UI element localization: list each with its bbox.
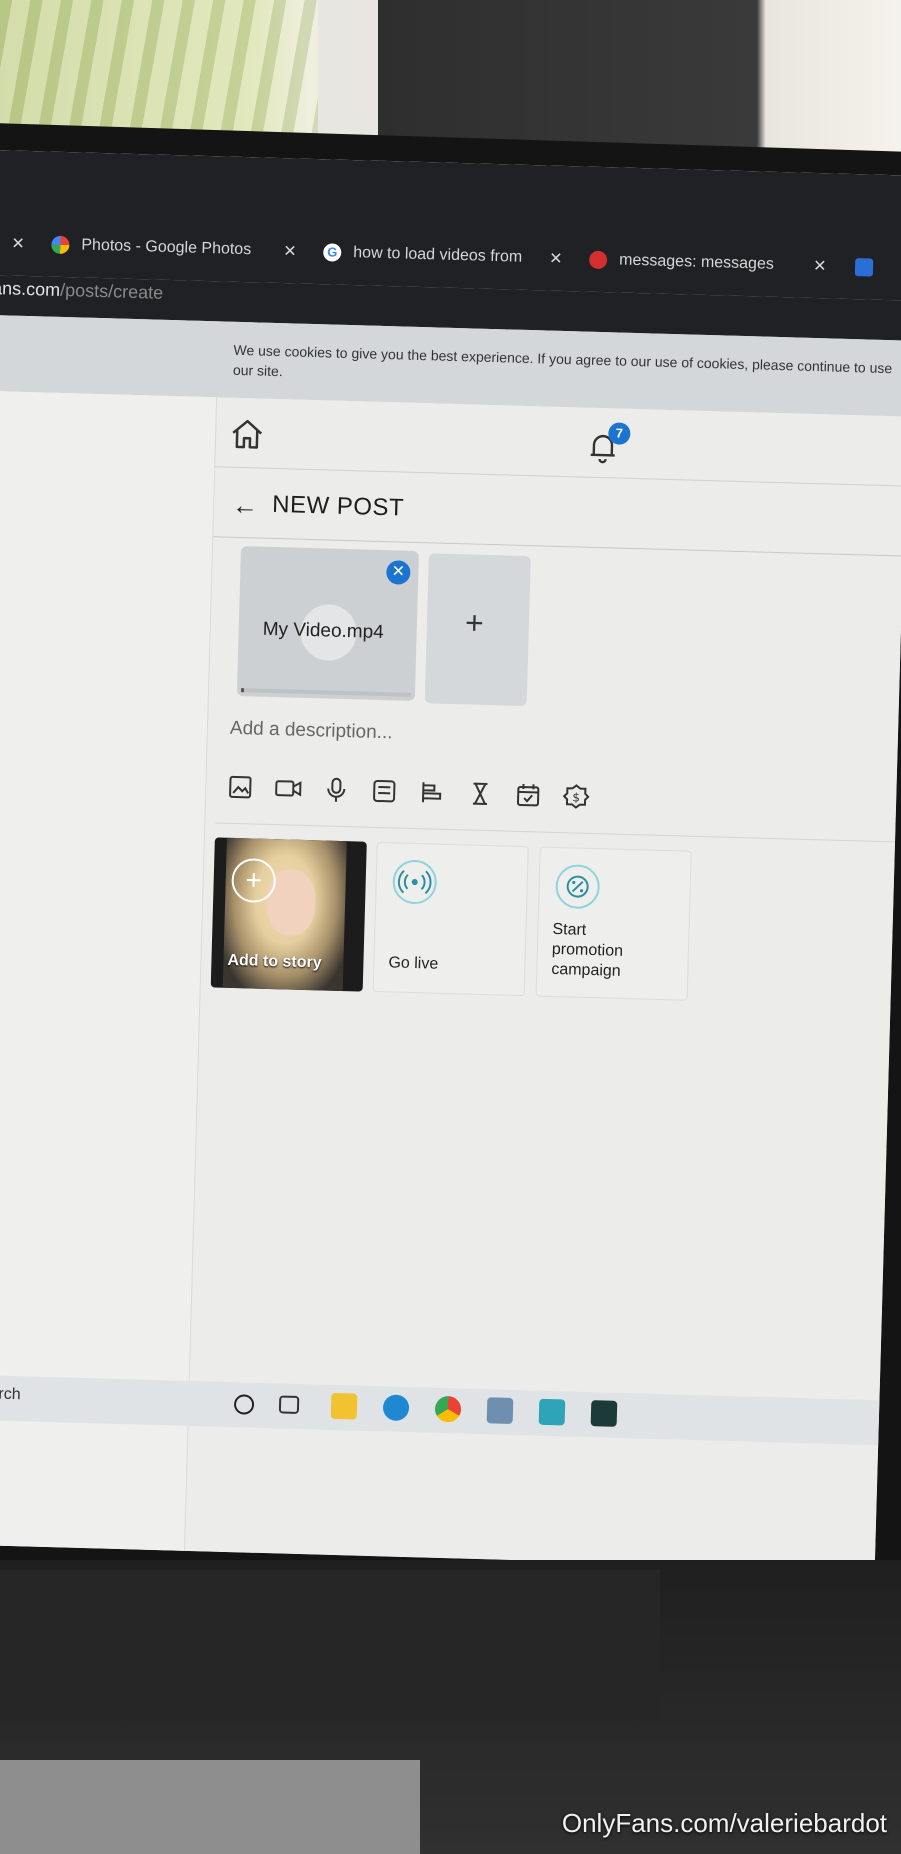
chrome-icon[interactable]: [434, 1395, 462, 1423]
monitor-stand: [0, 1570, 660, 1720]
price-icon[interactable]: $: [562, 782, 591, 811]
promo-label-line1: Start: [552, 920, 587, 939]
description-input[interactable]: Add a description...: [230, 718, 393, 745]
cookie-text: We use cookies to give you the best expe…: [232, 341, 893, 380]
svg-text:$: $: [572, 790, 580, 804]
promotion-icon: [555, 863, 601, 910]
taskbar-search[interactable]: o search: [0, 1385, 21, 1405]
remove-media-icon[interactable]: ✕: [386, 560, 411, 585]
desk-reflection: [0, 1760, 420, 1854]
window-frame: [318, 0, 378, 150]
tab-close-icon[interactable]: ✕: [283, 233, 297, 269]
broadcast-icon: [392, 859, 438, 905]
back-arrow-icon[interactable]: ←: [232, 490, 259, 522]
window-blinds: [0, 0, 318, 140]
hourglass-icon[interactable]: [466, 779, 495, 808]
go-live-label: Go live: [388, 954, 439, 973]
edge-icon[interactable]: [382, 1394, 410, 1422]
image-icon[interactable]: [226, 773, 255, 802]
promo-label-line2: promotion: [551, 940, 624, 960]
tab-close-icon[interactable]: ✕: [813, 248, 827, 284]
tab-close-icon[interactable]: ✕: [549, 241, 563, 277]
home-icon[interactable]: [230, 418, 265, 451]
notification-badge: 7: [608, 422, 631, 445]
app-icon[interactable]: [538, 1398, 566, 1426]
messages-icon: [588, 250, 608, 270]
watermark-text: OnlyFans.com/valeriebardot: [561, 1808, 887, 1838]
calendar-icon[interactable]: [514, 781, 543, 810]
gallery-icon[interactable]: [370, 777, 399, 806]
promo-label-line3: campaign: [551, 960, 621, 980]
tab-label: Photos - Google Photos: [81, 236, 252, 259]
add-media-button[interactable]: +: [424, 553, 531, 707]
google-icon: G: [323, 243, 342, 262]
app-icon[interactable]: [590, 1400, 618, 1427]
task-view-icon[interactable]: [278, 1395, 300, 1415]
video-icon[interactable]: [274, 774, 303, 803]
tab-google-photos[interactable]: Photos - Google Photos: [51, 227, 252, 269]
story-label: Add to story: [227, 951, 322, 972]
upload-progress-fill: [240, 688, 245, 693]
monitor-screen: ✕ Photos - Google Photos ✕ G how to load…: [0, 150, 901, 1571]
app-icon[interactable]: [486, 1397, 514, 1424]
media-upload-tile[interactable]: My Video.mp4 ✕: [236, 546, 419, 701]
tab-label: how to load videos from: [353, 244, 523, 266]
media-filename: My Video.mp4: [262, 618, 385, 644]
google-photos-icon: [51, 235, 70, 255]
go-live-card[interactable]: Go live: [372, 841, 529, 997]
post-toolbar: $: [226, 773, 607, 824]
upload-progress-bar: [240, 688, 412, 697]
tab-messages[interactable]: messages: messages: [588, 242, 775, 283]
poll-icon[interactable]: [418, 778, 447, 807]
file-explorer-icon[interactable]: [330, 1392, 358, 1420]
page-title: NEW POST: [271, 490, 405, 522]
tab-favicon-icon[interactable]: [854, 258, 874, 277]
tab-google-search[interactable]: G how to load videos from: [323, 234, 523, 276]
plus-icon: +: [464, 604, 485, 641]
add-to-story-card[interactable]: + Add to story: [210, 837, 367, 992]
cortana-icon[interactable]: [233, 1394, 255, 1415]
promotion-campaign-card[interactable]: Start promotion campaign: [535, 846, 692, 1001]
tab-close-icon[interactable]: ✕: [11, 226, 25, 262]
tab-label: messages: messages: [618, 251, 775, 273]
microphone-icon[interactable]: [322, 775, 351, 804]
